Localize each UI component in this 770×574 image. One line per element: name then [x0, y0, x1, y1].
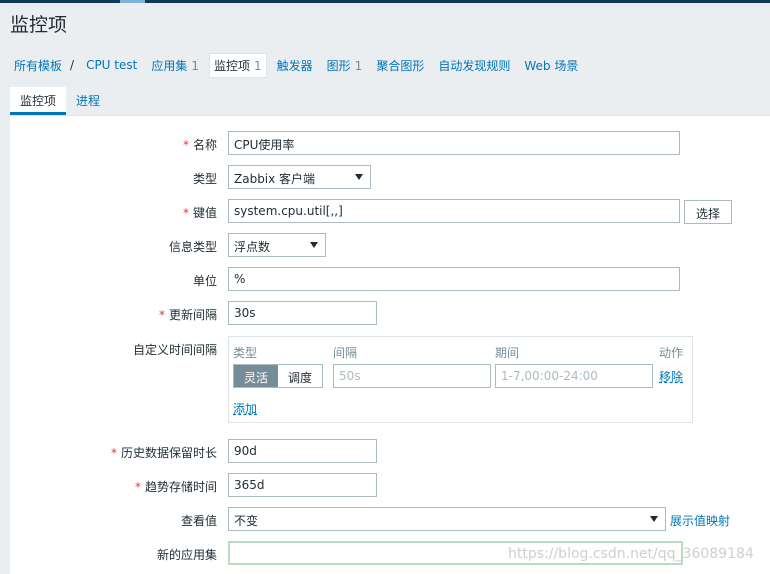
add-interval-link[interactable]: 添加 — [233, 400, 257, 417]
history-input[interactable]: 90d — [228, 439, 377, 463]
required-marker: * — [182, 206, 189, 220]
update-interval-label: * 更新间隔 — [159, 306, 217, 323]
remove-interval-link[interactable]: 移除 — [659, 368, 683, 385]
required-marker: * — [182, 138, 189, 152]
key-label-text: 键值 — [192, 206, 217, 220]
info-type-select[interactable]: 浮点数 — [228, 233, 326, 257]
name-label-text: 名称 — [192, 138, 217, 152]
show-value-mappings-link[interactable]: 展示值映射 — [670, 512, 730, 529]
name-label: * 名称 — [183, 136, 217, 153]
item-form: * 名称 CPU使用率 类型 Zabbix 客户端 * 键值 system.cpu.… — [10, 115, 770, 574]
breadcrumb-web-scenarios[interactable]: Web 场景 — [520, 54, 582, 77]
tab-item[interactable]: 监控项 — [10, 87, 67, 115]
type-select-value: Zabbix 客户端 — [234, 172, 316, 186]
breadcrumb-triggers[interactable]: 触发器 — [273, 54, 317, 77]
trends-input[interactable]: 365d — [228, 473, 377, 497]
breadcrumb-label: Web 场景 — [524, 58, 579, 73]
breadcrumb-items[interactable]: 监控项 1 — [208, 52, 267, 78]
page-title: 监控项 — [10, 14, 68, 36]
update-interval-label-text: 更新间隔 — [168, 308, 217, 322]
chevron-down-icon — [650, 516, 658, 522]
breadcrumb-label: 自动发现规则 — [438, 58, 511, 73]
breadcrumb-count: 1 — [191, 58, 199, 73]
info-type-select-value: 浮点数 — [234, 240, 271, 254]
trends-label: * 趋势存储时间 — [135, 478, 217, 495]
info-type-label: 信息类型 — [168, 240, 217, 254]
breadcrumb-label: 聚合图形 — [376, 58, 425, 73]
column-header-action: 动作 — [659, 346, 684, 360]
required-marker: * — [110, 446, 117, 460]
breadcrumb-label: CPU test — [86, 58, 138, 72]
tab-bar: 监控项 进程 — [10, 87, 110, 115]
key-input[interactable]: system.cpu.util[,,] — [228, 199, 680, 223]
top-header-bar — [0, 0, 770, 3]
interval-type-toggle: 灵活 调度 — [233, 364, 324, 388]
show-value-select[interactable]: 不变 — [228, 507, 666, 531]
breadcrumb-count: 1 — [354, 58, 363, 73]
breadcrumb: 所有模板 / CPU test 应用集 1 监控项 1 触发器 图形 1 聚合图形 自… — [10, 52, 588, 78]
breadcrumb-separator: / — [70, 58, 75, 72]
custom-intervals-label: 自定义时间间隔 — [132, 343, 217, 357]
breadcrumb-label: 监控项 — [213, 58, 250, 73]
units-label: 单位 — [192, 274, 217, 288]
breadcrumb-discovery-rules[interactable]: 自动发现规则 — [434, 54, 514, 77]
breadcrumb-label: 应用集 — [151, 58, 188, 73]
scheduling-toggle-button[interactable]: 调度 — [278, 365, 323, 387]
breadcrumb-graphs[interactable]: 图形 1 — [323, 54, 367, 77]
interval-input[interactable]: 50s — [333, 364, 491, 388]
show-value-select-value: 不变 — [234, 514, 259, 528]
column-header-type: 类型 — [233, 346, 258, 360]
watermark: https://blog.csdn.net/qq_36089184 — [508, 546, 754, 562]
chevron-down-icon — [310, 242, 318, 248]
type-label: 类型 — [192, 172, 217, 186]
breadcrumb-label: 所有模板 — [14, 58, 63, 73]
history-label-text: 历史数据保留时长 — [120, 446, 217, 460]
name-input[interactable]: CPU使用率 — [228, 131, 680, 155]
active-menu-indicator — [120, 0, 145, 3]
column-header-period: 期间 — [495, 346, 520, 360]
chevron-down-icon — [355, 174, 363, 180]
breadcrumb-label: 触发器 — [276, 58, 313, 73]
tab-process[interactable]: 进程 — [66, 87, 110, 115]
key-label: * 键值 — [183, 204, 217, 221]
period-input[interactable]: 1-7,00:00-24:00 — [495, 364, 653, 388]
trends-label-text: 趋势存储时间 — [144, 480, 217, 494]
breadcrumb-template[interactable]: CPU test — [82, 55, 141, 75]
required-marker: * — [134, 480, 141, 494]
units-input[interactable]: % — [228, 267, 680, 291]
breadcrumb-screens[interactable]: 聚合图形 — [372, 54, 428, 77]
new-application-label: 新的应用集 — [156, 548, 217, 562]
breadcrumb-label: 图形 — [326, 58, 351, 73]
breadcrumb-all-templates[interactable]: 所有模板 — [10, 54, 66, 77]
update-interval-input[interactable]: 30s — [228, 301, 377, 325]
show-value-label: 查看值 — [180, 514, 217, 528]
type-select[interactable]: Zabbix 客户端 — [228, 165, 371, 189]
column-header-interval: 间隔 — [333, 346, 358, 360]
custom-intervals-table: 类型 间隔 期间 动作 灵活 调度 50s 1-7,00:00-24:00 移除… — [228, 336, 693, 423]
breadcrumb-applications[interactable]: 应用集 1 — [147, 54, 203, 77]
required-marker: * — [158, 308, 165, 322]
history-label: * 历史数据保留时长 — [111, 444, 217, 461]
flexible-toggle-button[interactable]: 灵活 — [234, 365, 279, 387]
select-key-button[interactable]: 选择 — [684, 200, 733, 224]
breadcrumb-count: 1 — [254, 58, 262, 73]
